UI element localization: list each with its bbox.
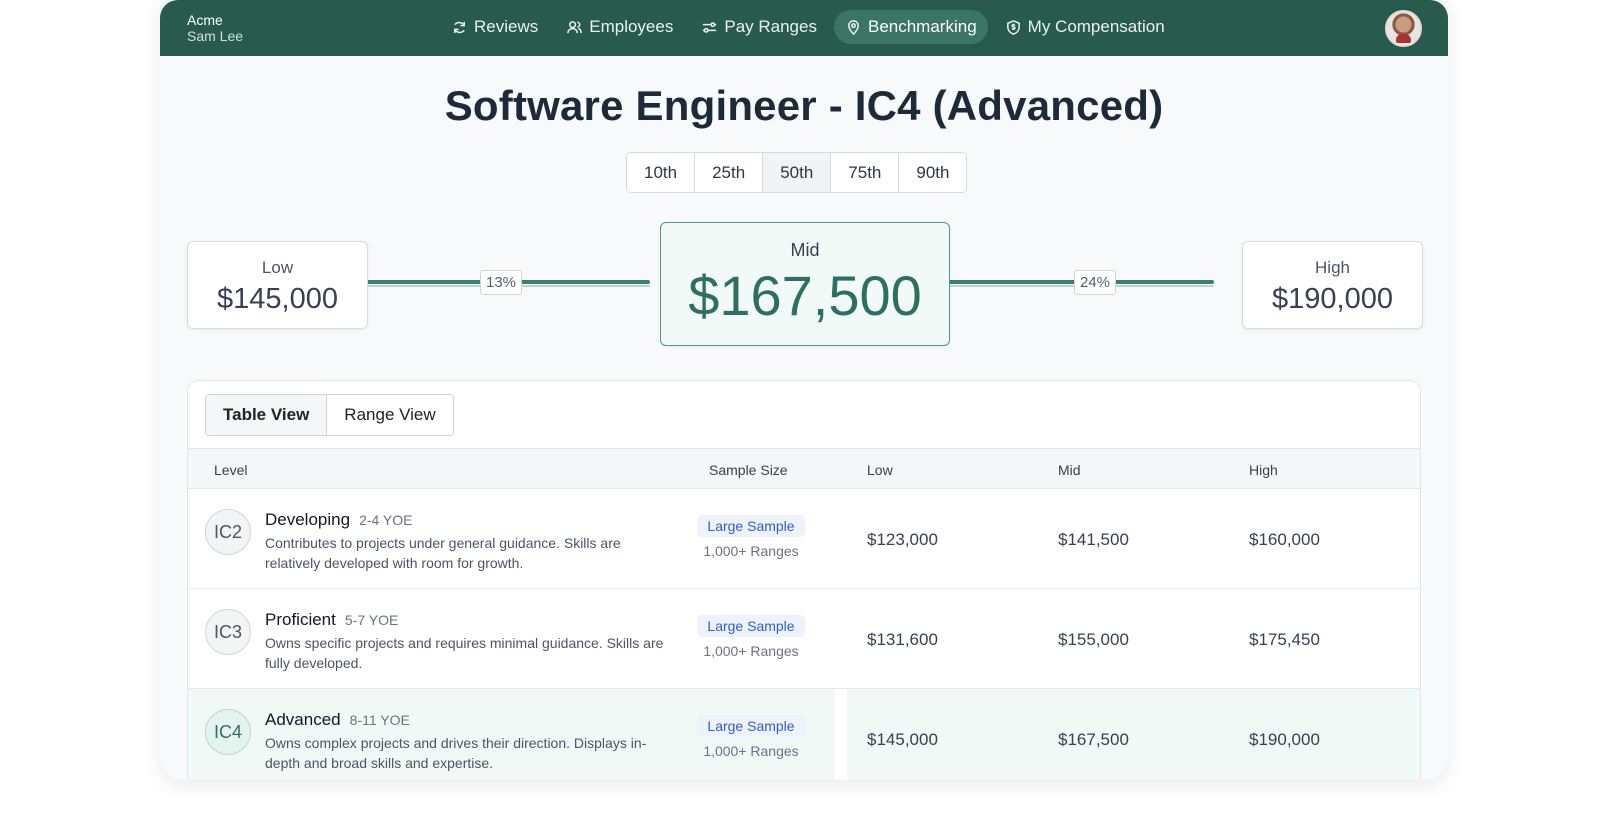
page-title: Software Engineer - IC4 (Advanced) bbox=[444, 82, 1164, 129]
low-card: Low $145,000 bbox=[187, 241, 368, 329]
high-label: High bbox=[1315, 258, 1350, 277]
range-line-right bbox=[924, 280, 1214, 284]
high-value: $190,000 bbox=[1272, 283, 1393, 315]
account-switcher[interactable]: Acme Sam Lee bbox=[187, 12, 243, 44]
level-name: Advanced bbox=[265, 710, 341, 729]
refresh-icon bbox=[454, 21, 465, 33]
shield-dollar-icon bbox=[1006, 19, 1020, 35]
sample-count: 1,000+ Ranges bbox=[703, 743, 799, 759]
sample-badge: Large Sample bbox=[697, 715, 805, 737]
level-title: Proficient 5-7 YOE bbox=[265, 610, 398, 630]
percentile-50th[interactable]: 50th bbox=[763, 153, 832, 192]
percentile-25th[interactable]: 25th bbox=[695, 153, 764, 192]
high-cell: $190,000 bbox=[1249, 730, 1320, 749]
mid-label: Mid bbox=[790, 240, 820, 260]
nav-benchmarking-label: Benchmarking bbox=[867, 17, 977, 36]
location-pin-icon bbox=[848, 19, 859, 35]
column-gap bbox=[835, 689, 847, 780]
level-title: Developing 2-4 YOE bbox=[265, 510, 413, 530]
low-to-mid-percent: 13% bbox=[480, 270, 523, 295]
sample-badge: Large Sample bbox=[697, 615, 805, 637]
level-title: Advanced 8-11 YOE bbox=[265, 710, 410, 730]
level-name: Proficient bbox=[265, 610, 336, 629]
view-toggle: Table View Range View bbox=[205, 394, 454, 436]
percentile-10th[interactable]: 10th bbox=[627, 153, 696, 192]
header-mid: Mid bbox=[1058, 462, 1081, 478]
header-sample-size: Sample Size bbox=[709, 462, 788, 478]
level-yoe: 2-4 YOE bbox=[359, 512, 413, 528]
user-avatar[interactable] bbox=[1385, 10, 1422, 47]
mid-card: Mid $167,500 bbox=[660, 222, 950, 346]
level-description: Contributes to projects under general gu… bbox=[265, 535, 621, 571]
user-name: Sam Lee bbox=[187, 28, 244, 44]
low-label: Low bbox=[261, 258, 294, 277]
high-cell: $160,000 bbox=[1249, 530, 1320, 549]
range-line-right-shadow bbox=[924, 285, 1214, 287]
low-cell: $123,000 bbox=[867, 530, 938, 549]
nav-reviews[interactable]: Reviews bbox=[440, 10, 549, 44]
level-code-badge: IC3 bbox=[205, 609, 251, 655]
mid-value: $167,500 bbox=[688, 264, 922, 327]
app-window: Acme Sam Lee Reviews Employees Pay Range… bbox=[160, 0, 1448, 780]
main-nav: Reviews Employees Pay Ranges Benchmarkin… bbox=[440, 10, 1176, 44]
nav-employees-label: Employees bbox=[589, 17, 674, 36]
level-yoe: 5-7 YOE bbox=[344, 612, 399, 628]
range-view-button[interactable]: Range View bbox=[327, 395, 453, 435]
header-level: Level bbox=[214, 462, 248, 478]
table-row[interactable]: IC3 Proficient 5-7 YOE Owns specific proj… bbox=[188, 589, 1420, 689]
mid-cell: $141,500 bbox=[1058, 530, 1129, 549]
table-row-selected[interactable]: IC4 Advanced 8-11 YOE Owns complex projec… bbox=[188, 689, 1420, 780]
sample-size-cell: Large Sample 1,000+ Ranges bbox=[696, 615, 806, 659]
sample-size-cell: Large Sample 1,000+ Ranges bbox=[696, 515, 806, 559]
column-gap bbox=[835, 489, 847, 588]
nav-benchmarking[interactable]: Benchmarking bbox=[833, 10, 988, 44]
low-value: $145,000 bbox=[217, 283, 338, 315]
column-gap bbox=[835, 589, 847, 688]
level-code-badge: IC2 bbox=[205, 509, 251, 555]
level-name: Developing bbox=[265, 510, 351, 529]
percentile-90th[interactable]: 90th bbox=[899, 153, 967, 192]
top-nav-bar: Acme Sam Lee Reviews Employees Pay Range… bbox=[160, 0, 1448, 56]
level-yoe: 8-11 YOE bbox=[349, 712, 410, 728]
sample-badge: Large Sample bbox=[697, 515, 805, 537]
mid-to-high-percent: 24% bbox=[1074, 270, 1117, 295]
header-low: Low bbox=[867, 462, 893, 478]
mid-cell: $167,500 bbox=[1058, 730, 1129, 749]
low-cell: $145,000 bbox=[867, 730, 938, 749]
org-name: Acme bbox=[187, 12, 223, 28]
users-icon bbox=[567, 20, 583, 33]
table-header: Level Sample Size Low Mid High bbox=[188, 448, 1420, 489]
level-description: Owns complex projects and drives their d… bbox=[265, 735, 647, 771]
nav-pay-ranges-label: Pay Ranges bbox=[724, 17, 817, 36]
table-row[interactable]: IC2 Developing 2-4 YOE Contributes to pro… bbox=[188, 489, 1420, 589]
percentile-selector: 10th 25th 50th 75th 90th bbox=[626, 152, 968, 193]
avatar-shirt bbox=[1396, 34, 1411, 43]
high-cell: $175,450 bbox=[1249, 630, 1320, 649]
nav-pay-ranges[interactable]: Pay Ranges bbox=[690, 10, 828, 44]
high-card: High $190,000 bbox=[1242, 241, 1423, 329]
level-description: Owns specific projects and requires mini… bbox=[265, 635, 664, 671]
percentile-75th[interactable]: 75th bbox=[831, 153, 900, 192]
nav-my-compensation[interactable]: My Compensation bbox=[994, 10, 1176, 44]
mid-cell: $155,000 bbox=[1058, 630, 1129, 649]
levels-panel: Table View Range View Level Sample Size … bbox=[187, 380, 1421, 780]
sliders-icon bbox=[703, 21, 717, 33]
sample-size-cell: Large Sample 1,000+ Ranges bbox=[696, 715, 806, 759]
level-code-badge: IC4 bbox=[205, 709, 251, 755]
header-high: High bbox=[1249, 462, 1278, 478]
nav-reviews-label: Reviews bbox=[474, 17, 539, 36]
sample-count: 1,000+ Ranges bbox=[703, 643, 799, 659]
nav-employees[interactable]: Employees bbox=[555, 10, 684, 44]
table-view-button[interactable]: Table View bbox=[206, 395, 328, 435]
nav-my-compensation-label: My Compensation bbox=[1027, 17, 1165, 36]
low-cell: $131,600 bbox=[867, 630, 938, 649]
sample-count: 1,000+ Ranges bbox=[703, 543, 799, 559]
